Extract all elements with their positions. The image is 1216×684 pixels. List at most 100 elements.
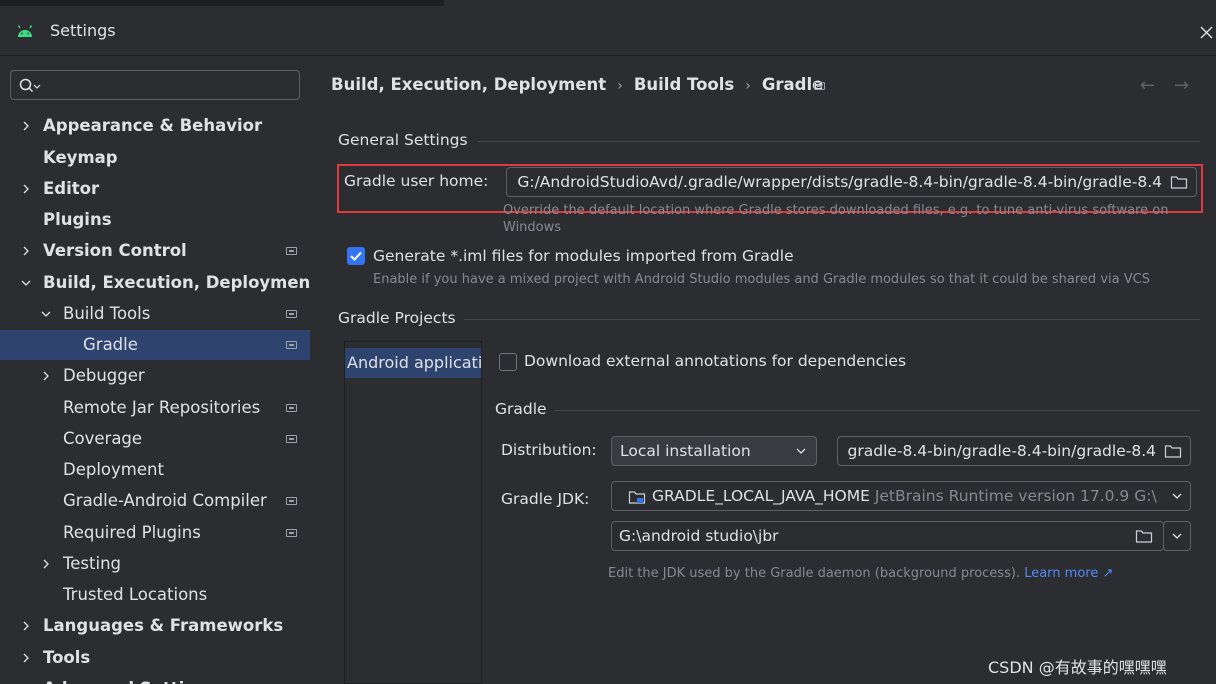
gradle-section-title: Gradle	[495, 400, 547, 418]
distribution-path-field[interactable]: gradle-8.4-bin/gradle-8.4-bin/gradle-8.4	[837, 436, 1191, 466]
chevron-right-icon	[39, 361, 53, 391]
gradle-jdk-label: Gradle JDK:	[501, 490, 590, 508]
chevron-right-icon	[19, 611, 33, 641]
project-settings-icon	[286, 310, 297, 318]
sidebar-item-testing[interactable]: Testing	[0, 549, 310, 579]
settings-content: Build, Execution, Deployment › Build Tools…	[310, 57, 1216, 684]
project-settings-icon	[286, 497, 297, 505]
sidebar-item-label: Debugger	[63, 366, 145, 385]
window-title: Settings	[50, 21, 116, 40]
distribution-selected-value: Local installation	[620, 442, 751, 460]
general-settings-title: General Settings	[338, 131, 468, 149]
sidebar-item-keymap[interactable]: Keymap	[0, 143, 310, 173]
jdk-name: GRADLE_LOCAL_JAVA_HOME	[652, 487, 870, 505]
gradle-user-home-value: G:/AndroidStudioAvd/.gradle/wrapper/dist…	[517, 173, 1162, 191]
sidebar-item-label: Advanced Settings	[43, 674, 218, 684]
chevron-right-icon	[39, 549, 53, 579]
sidebar-item-gradle[interactable]: Gradle	[0, 330, 310, 360]
checkmark-icon	[350, 251, 362, 261]
project-settings-icon	[286, 247, 297, 255]
jdk-path-dropdown[interactable]	[1163, 521, 1191, 551]
section-divider	[555, 410, 1200, 411]
title-bar: Settings	[0, 6, 1216, 56]
sidebar-item-advanced-settings[interactable]: Advanced Settings	[0, 674, 310, 684]
sidebar-item-trusted-locations[interactable]: Trusted Locations	[0, 580, 310, 610]
section-divider	[478, 141, 1200, 142]
download-annotations-label[interactable]: Download external annotations for depend…	[524, 352, 906, 370]
sidebar-item-label: Build Tools	[63, 304, 151, 323]
sidebar-item-label: Appearance & Behavior	[43, 116, 263, 135]
project-settings-icon	[286, 529, 297, 537]
folder-icon[interactable]	[1170, 174, 1188, 190]
sidebar-item-label: Plugins	[43, 210, 112, 229]
settings-sidebar: Appearance & Behavior Keymap Editor Plug…	[0, 57, 318, 684]
distribution-select[interactable]: Local installation	[611, 436, 817, 466]
sidebar-item-gradle-android-compiler[interactable]: Gradle-Android Compiler	[0, 486, 310, 516]
sidebar-item-label: Tools	[43, 648, 91, 667]
jdk-path-field[interactable]: G:\android studio\jbr	[611, 521, 1164, 551]
forward-arrow-icon[interactable]: →	[1174, 75, 1189, 96]
gradle-user-home-hint: Override the default location where Grad…	[503, 202, 1183, 236]
project-settings-icon	[286, 341, 297, 349]
jdk-hint-text: Edit the JDK used by the Gradle daemon (…	[608, 566, 1021, 581]
project-settings-icon	[814, 82, 825, 90]
jdk-hint: Edit the JDK used by the Gradle daemon (…	[608, 565, 1113, 582]
learn-more-link[interactable]: Learn more ↗	[1024, 566, 1113, 581]
chevron-down-icon	[39, 299, 53, 329]
sidebar-item-label: Keymap	[43, 148, 118, 167]
folder-icon[interactable]	[1164, 443, 1182, 459]
distribution-path-value: gradle-8.4-bin/gradle-8.4-bin/gradle-8.4	[847, 442, 1156, 460]
jdk-detail: JetBrains Runtime version 17.0.9 G:\	[874, 487, 1157, 505]
chevron-right-icon	[19, 236, 33, 266]
jdk-path-value: G:\android studio\jbr	[619, 527, 779, 545]
sidebar-item-editor[interactable]: Editor	[0, 174, 310, 204]
hint-line: Override the default location where Grad…	[503, 203, 1169, 218]
sidebar-item-label: Version Control	[43, 241, 187, 260]
sidebar-item-deployment[interactable]: Deployment	[0, 455, 310, 485]
sidebar-item-label: Languages & Frameworks	[43, 616, 284, 635]
sidebar-item-build-tools[interactable]: Build Tools	[0, 299, 310, 329]
generate-iml-label[interactable]: Generate *.iml files for modules importe…	[373, 247, 794, 265]
hint-line: Windows	[503, 220, 562, 235]
search-input[interactable]	[10, 70, 300, 100]
sidebar-item-tools[interactable]: Tools	[0, 643, 310, 673]
sidebar-item-label: Build, Execution, Deployment	[43, 273, 319, 292]
breadcrumb-separator: ›	[617, 78, 623, 94]
sidebar-item-label: Editor	[43, 179, 100, 198]
distribution-label: Distribution:	[501, 441, 597, 459]
sidebar-item-required-plugins[interactable]: Required Plugins	[0, 518, 310, 548]
sidebar-item-languages-frameworks[interactable]: Languages & Frameworks	[0, 611, 310, 641]
back-arrow-icon[interactable]: ←	[1140, 75, 1155, 96]
breadcrumb-item[interactable]: Build Tools	[634, 75, 734, 94]
sidebar-item-version-control[interactable]: Version Control	[0, 236, 310, 266]
sidebar-item-coverage[interactable]: Coverage	[0, 424, 310, 454]
gradle-jdk-value: GRADLE_LOCAL_JAVA_HOME JetBrains Runtime…	[652, 482, 1157, 510]
folder-icon[interactable]	[1135, 528, 1153, 544]
sidebar-item-label: Remote Jar Repositories	[63, 398, 261, 417]
sidebar-item-plugins[interactable]: Plugins	[0, 205, 310, 235]
android-icon	[17, 25, 33, 37]
chevron-down-icon	[1172, 533, 1182, 539]
gradle-jdk-select[interactable]: GRADLE_LOCAL_JAVA_HOME JetBrains Runtime…	[611, 481, 1191, 511]
sidebar-item-build-execution-deployment[interactable]: Build, Execution, Deployment	[0, 268, 318, 298]
sidebar-item-label: Required Plugins	[63, 523, 201, 542]
download-annotations-checkbox[interactable]	[499, 353, 517, 371]
sidebar-item-label: Gradle-Android Compiler	[63, 491, 267, 510]
chevron-right-icon	[19, 111, 33, 141]
chevron-down-icon	[1172, 491, 1182, 501]
generate-iml-hint: Enable if you have a mixed project with …	[373, 272, 1150, 287]
sidebar-item-appearance-behavior[interactable]: Appearance & Behavior	[0, 111, 310, 141]
gradle-projects-title: Gradle Projects	[338, 309, 456, 327]
sidebar-item-label: Gradle	[83, 335, 138, 354]
project-list-item[interactable]: Android application	[345, 348, 481, 378]
sidebar-item-debugger[interactable]: Debugger	[0, 361, 310, 391]
chevron-right-icon	[19, 174, 33, 204]
sidebar-item-remote-jar-repositories[interactable]: Remote Jar Repositories	[0, 393, 310, 423]
gradle-user-home-field[interactable]: G:/AndroidStudioAvd/.gradle/wrapper/dist…	[506, 167, 1197, 197]
sidebar-item-label: Deployment	[63, 460, 164, 479]
sidebar-item-label: Coverage	[63, 429, 143, 448]
breadcrumb-item[interactable]: Build, Execution, Deployment	[331, 75, 606, 94]
sidebar-item-label: Testing	[63, 554, 122, 573]
generate-iml-checkbox[interactable]	[347, 247, 365, 265]
close-icon[interactable]	[1196, 22, 1216, 42]
